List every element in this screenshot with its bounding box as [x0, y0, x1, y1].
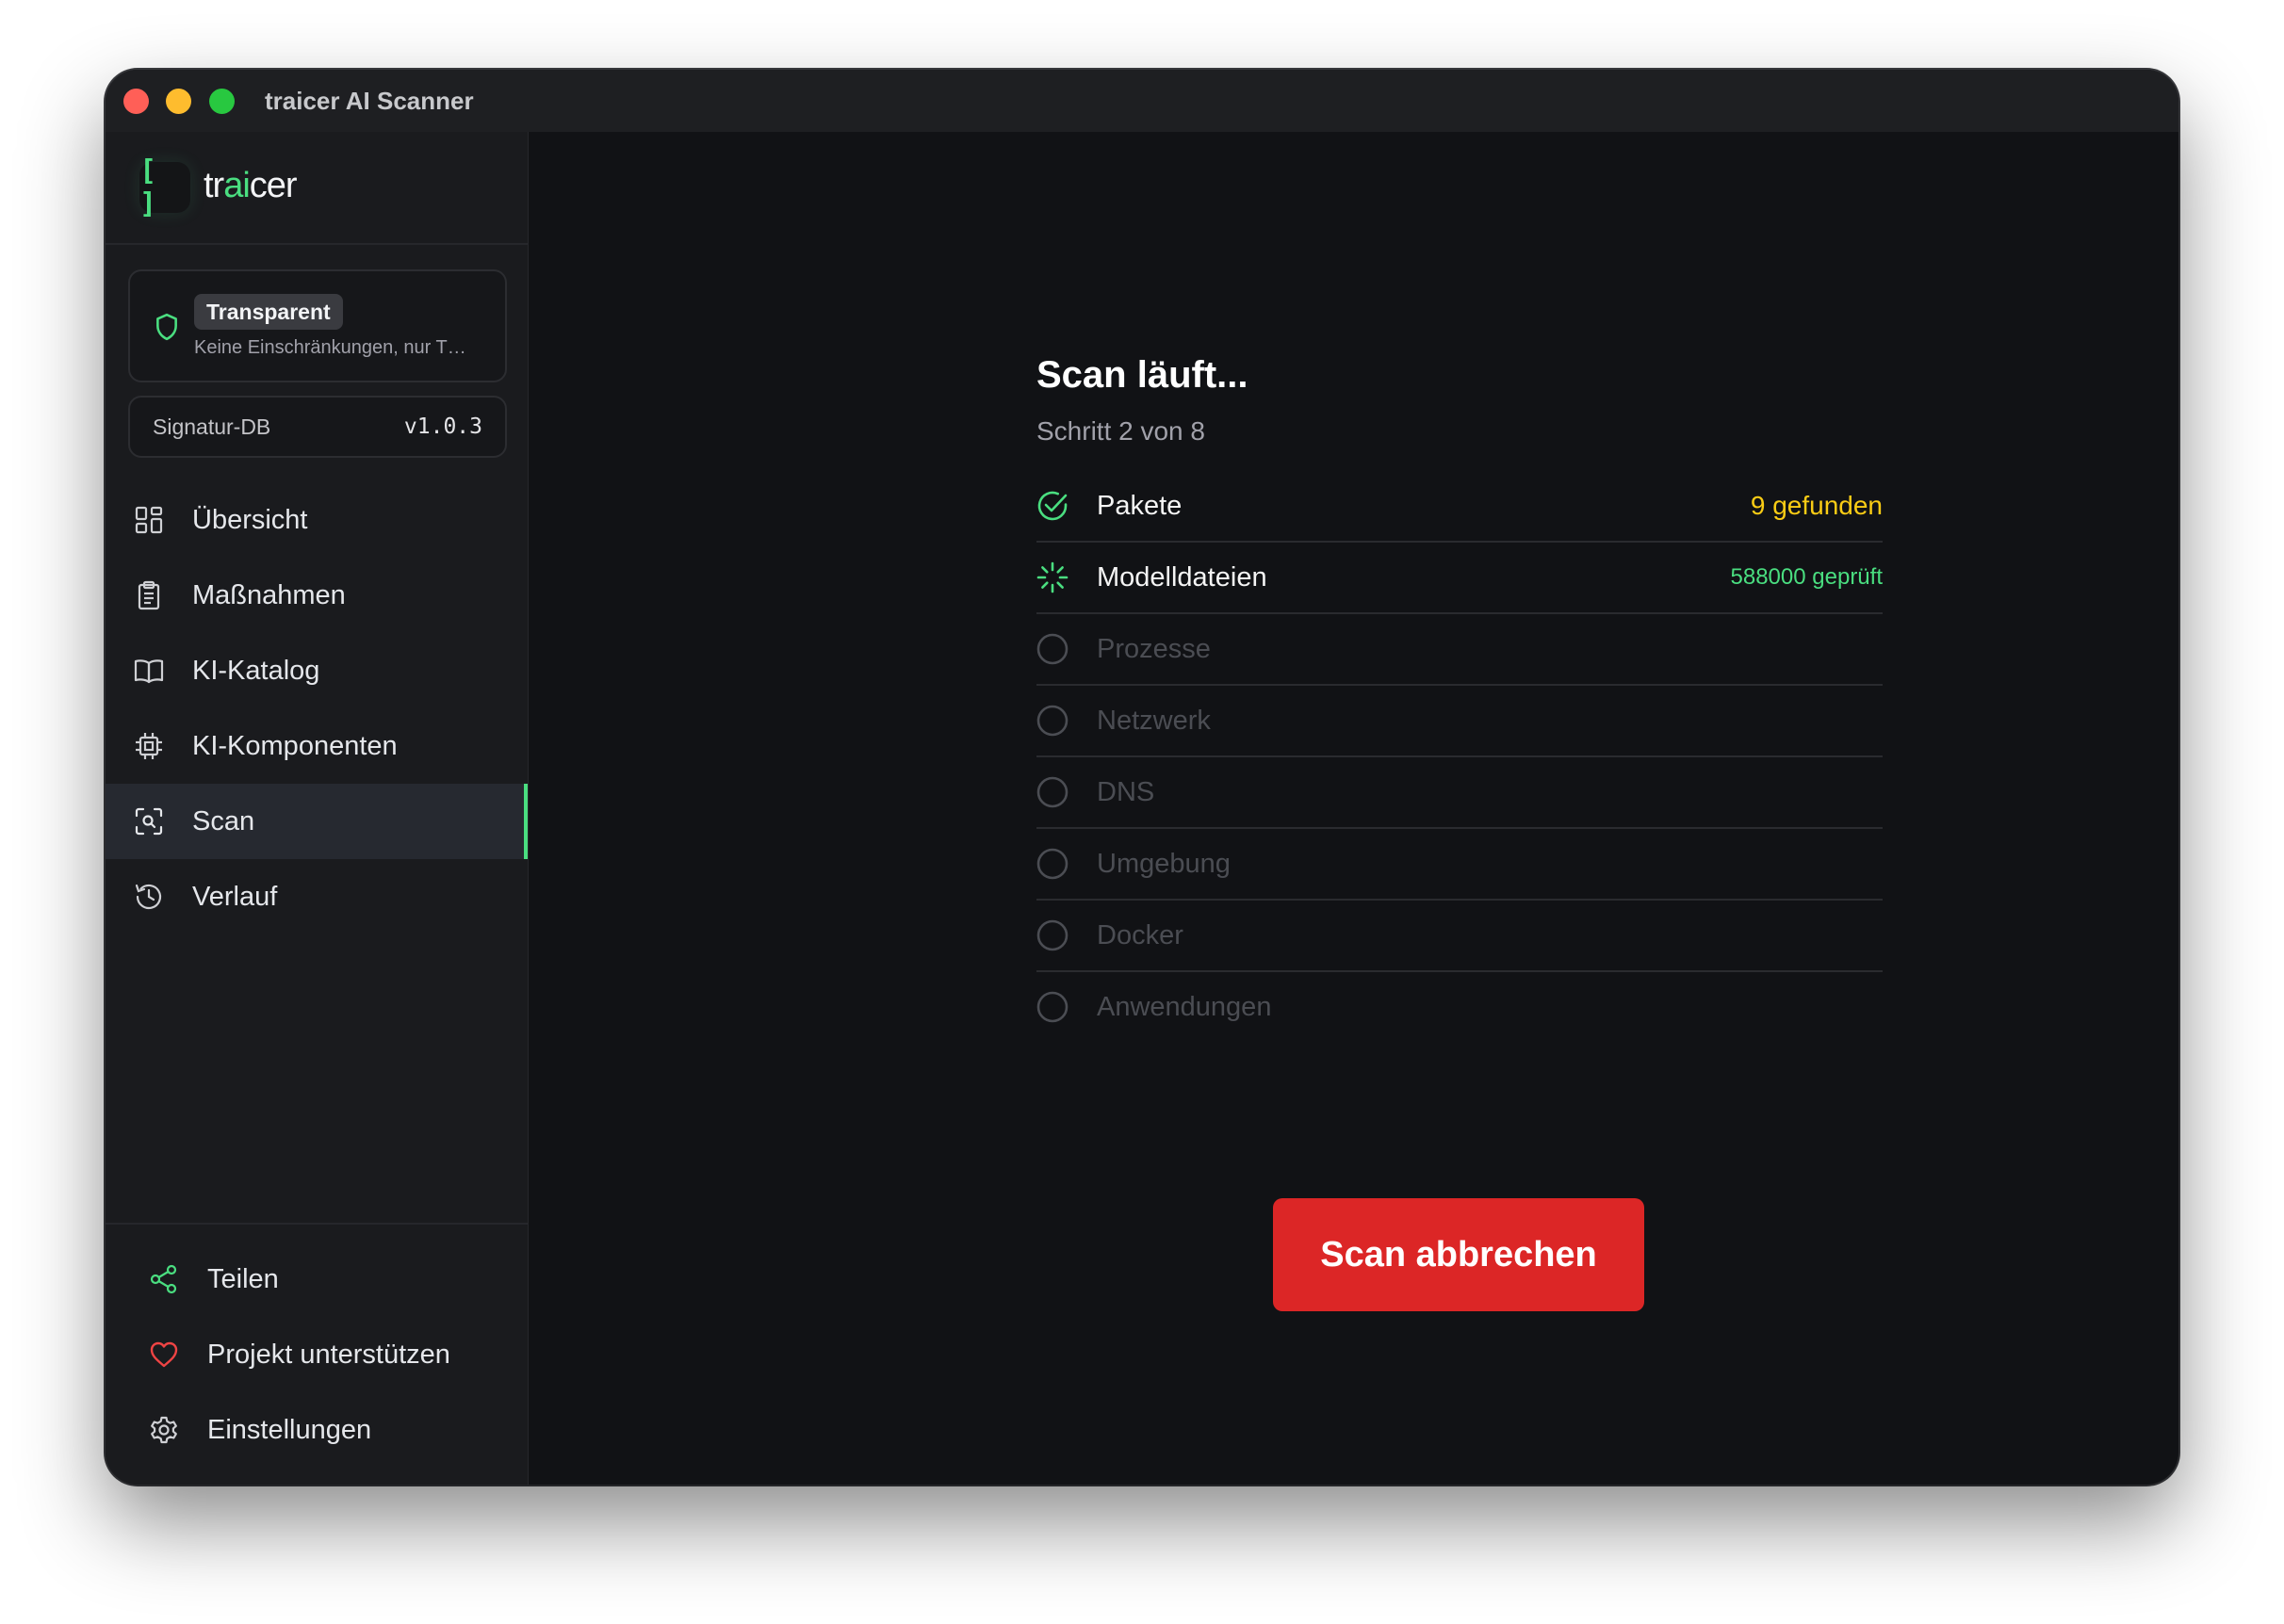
signature-db-version: v1.0.3	[403, 414, 482, 439]
sidebar-item-verlauf[interactable]: Verlauf	[106, 859, 528, 934]
sidebar-item-ki-katalog[interactable]: KI-Katalog	[106, 633, 528, 708]
mode-card[interactable]: Transparent Keine Einschränkungen, nur T…	[128, 269, 507, 382]
signature-db-card: Signatur-DB v1.0.3	[128, 396, 507, 458]
empty-circle-icon	[1036, 848, 1069, 880]
sidebar-item-uebersicht[interactable]: Übersicht	[106, 482, 528, 558]
title-bar: traicer AI Scanner	[106, 70, 2178, 132]
clipboard-icon	[138, 580, 160, 610]
gear-icon	[151, 1416, 177, 1444]
mode-badge: Transparent	[194, 294, 343, 330]
scan-step-docker: Docker	[1036, 901, 1883, 972]
scan-step-label: Pakete	[1097, 491, 1183, 521]
sidebar-item-massnahmen[interactable]: Maßnahmen	[106, 558, 528, 633]
scan-step-anwendungen: Anwendungen	[1036, 972, 1883, 1042]
grid-icon	[135, 506, 163, 534]
empty-circle-icon	[1036, 705, 1069, 737]
scan-step-pakete: Pakete 9 gefunden	[1036, 471, 1883, 543]
sidebar-nav: Übersicht Maßnahmen KI-Katalog KI-Kompon…	[106, 482, 528, 934]
share-icon	[150, 1264, 177, 1294]
sidebar-footer: Teilen Projekt unterstützen Einstellunge…	[106, 1223, 528, 1485]
settings-label: Einstellungen	[207, 1415, 372, 1445]
brand-name: traicer	[204, 166, 298, 206]
scan-icon	[135, 807, 163, 836]
scan-step-umgebung: Umgebung	[1036, 829, 1883, 901]
scan-steps-list: Pakete 9 gefunden Modelldateien 588000 g…	[1036, 471, 1883, 1042]
brand: [ ] traicer	[106, 132, 528, 245]
scan-step-label: Modelldateien	[1097, 562, 1267, 593]
window-title: traicer AI Scanner	[265, 87, 474, 115]
empty-circle-icon	[1036, 776, 1069, 808]
cancel-scan-button[interactable]: Scan abbrechen	[1273, 1198, 1644, 1311]
scan-step-modelldateien: Modelldateien 588000 geprüft	[1036, 543, 1883, 614]
scan-step-label: Prozesse	[1097, 634, 1211, 664]
book-icon	[134, 659, 164, 684]
brand-logo-icon: [ ]	[139, 154, 190, 220]
sidebar-item-ki-komponenten[interactable]: KI-Komponenten	[106, 708, 528, 784]
empty-circle-icon	[1036, 919, 1069, 951]
sidebar-item-label: Verlauf	[192, 881, 278, 912]
scan-step-prozesse: Prozesse	[1036, 614, 1883, 686]
minimize-window-button[interactable]	[166, 89, 191, 114]
app-window: traicer AI Scanner [ ] traicer Transpare…	[106, 70, 2178, 1485]
settings-button[interactable]: Einstellungen	[106, 1392, 528, 1468]
sidebar-item-label: Übersicht	[192, 504, 308, 535]
scan-step-label: Docker	[1097, 920, 1183, 950]
history-icon	[135, 884, 162, 910]
signature-db-label: Signatur-DB	[153, 414, 271, 439]
sidebar-item-scan[interactable]: Scan	[106, 784, 528, 859]
scan-step-dns: DNS	[1036, 757, 1883, 829]
empty-circle-icon	[1036, 633, 1069, 665]
scan-step-label: DNS	[1097, 777, 1155, 807]
sidebar-item-label: KI-Katalog	[192, 655, 320, 686]
chip-icon	[136, 733, 162, 759]
close-window-button[interactable]	[123, 89, 149, 114]
share-button[interactable]: Teilen	[106, 1242, 528, 1317]
share-label: Teilen	[207, 1264, 279, 1294]
scan-progress-text: Schritt 2 von 8	[1036, 416, 1205, 446]
scan-step-label: Netzwerk	[1097, 706, 1211, 736]
brand-name-part: cer	[249, 166, 298, 205]
sidebar-item-label: KI-Komponenten	[192, 730, 398, 761]
scan-step-label: Umgebung	[1097, 849, 1231, 879]
spinner-icon	[1036, 561, 1069, 593]
scan-step-status: 588000 geprüft	[1730, 564, 1883, 590]
brand-name-accent: ai	[223, 166, 251, 205]
scan-step-status: 9 gefunden	[1750, 491, 1883, 520]
support-project-button[interactable]: Projekt unterstützen	[106, 1317, 528, 1392]
brand-name-part: tr	[204, 166, 224, 205]
sidebar: [ ] traicer Transparent Keine Einschränk…	[106, 132, 529, 1485]
scan-step-label: Anwendungen	[1097, 992, 1272, 1022]
scan-title: Scan läuft...	[1036, 354, 1248, 396]
shield-icon	[156, 313, 177, 341]
scan-step-netzwerk: Netzwerk	[1036, 686, 1883, 757]
sidebar-item-label: Maßnahmen	[192, 579, 346, 610]
mode-description: Keine Einschränkungen, nur T…	[194, 337, 466, 358]
main-content: Scan läuft... Schritt 2 von 8 Pakete 9 g…	[528, 132, 2178, 1485]
sidebar-item-label: Scan	[192, 805, 255, 836]
heart-icon	[150, 1341, 178, 1368]
check-circle-icon	[1037, 491, 1068, 521]
empty-circle-icon	[1036, 991, 1069, 1023]
zoom-window-button[interactable]	[209, 89, 235, 114]
support-label: Projekt unterstützen	[207, 1340, 450, 1370]
